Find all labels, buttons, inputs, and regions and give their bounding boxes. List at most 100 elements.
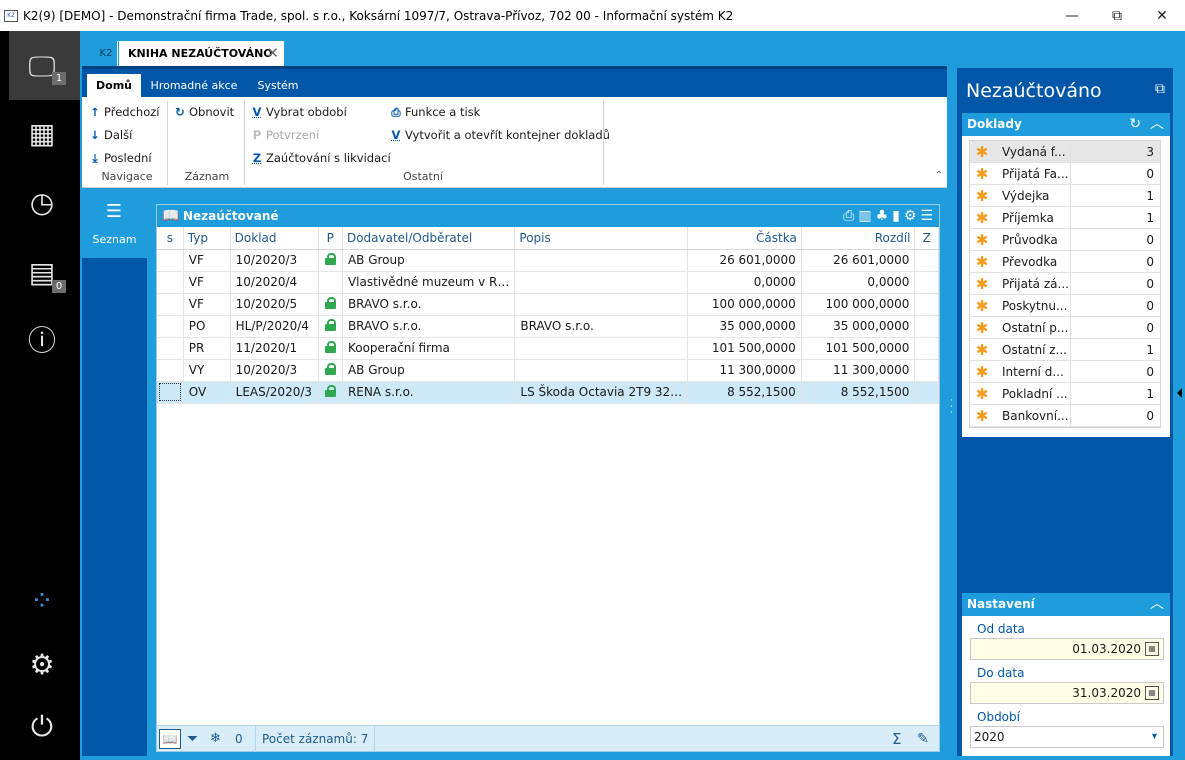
accounting-button[interactable]: Z Zaúčtování s likvidací xyxy=(250,149,391,167)
select-period-button[interactable]: V Vybrat období xyxy=(250,103,347,121)
table-row[interactable]: VF 10/2020/5 BRAVO s.r.o. 100 000,0000 100 0… xyxy=(157,293,939,316)
table-row[interactable]: VY 10/2020/3 AB Group 11 300,0000 11 300,000… xyxy=(157,359,939,382)
table-row[interactable]: VF 10/2020/4 Vlastivědné muzeum v R… 0,0000… xyxy=(157,271,939,294)
asterisk-icon: ✱ xyxy=(975,363,989,381)
asterisk-icon: ✱ xyxy=(975,253,989,271)
tab-k2-home[interactable]: K2 xyxy=(95,41,118,66)
confirm-button[interactable]: P Potvrzení xyxy=(250,126,319,144)
doklady-item[interactable]: ✱ Bankovní... 0 xyxy=(970,405,1160,427)
settings-icon[interactable]: ⚙ xyxy=(22,645,62,685)
cell-typ: VY xyxy=(183,359,231,382)
history-icon[interactable]: ◷ xyxy=(22,183,62,223)
panel-splitter[interactable]: · · · xyxy=(950,397,954,422)
col-header-typ[interactable]: Typ xyxy=(183,227,231,250)
doklady-item-count: 1 xyxy=(1070,339,1160,361)
next-button[interactable]: ↓ Další xyxy=(88,126,132,144)
doklady-item[interactable]: ✱ Ostatní z... 1 xyxy=(970,339,1160,361)
asterisk-icon: ✱ xyxy=(975,275,989,293)
refresh-icon[interactable]: ↻ xyxy=(1129,116,1141,132)
last-button[interactable]: ⤓ Poslední xyxy=(88,149,151,167)
create-container-button[interactable]: V Vytvořit a otevřít kontejner dokladů xyxy=(389,126,610,144)
functions-print-label: Funkce a tisk xyxy=(405,105,481,119)
calendar-icon[interactable]: ▦ xyxy=(1145,686,1159,700)
cell-partner: Vlastivědné muzeum v R… xyxy=(342,271,516,294)
collapse-right-arrow-icon[interactable] xyxy=(1177,388,1182,398)
minimize-button[interactable]: — xyxy=(1049,4,1095,28)
menu-icon[interactable]: ☰ xyxy=(920,208,937,224)
doklady-item[interactable]: ✱ Výdejka 1 xyxy=(970,185,1160,207)
col-header-castka[interactable]: Částka xyxy=(687,227,802,250)
collapse-up-icon[interactable]: ︿ xyxy=(1150,116,1164,132)
sum-icon[interactable]: Σ xyxy=(892,726,901,752)
doklady-item[interactable]: ✱ Přijatá zá... 0 xyxy=(970,273,1160,295)
ribbon-tab-hromadne-akce[interactable]: Hromadné akce xyxy=(146,74,242,97)
od-data-field[interactable]: 01.03.2020 ▦ xyxy=(970,638,1164,660)
obdobi-field[interactable]: 2020 ▾ xyxy=(970,726,1164,748)
tab-kniha-nezauctovano[interactable]: KNIHA NEZAÚČTOVÁNO ✕ xyxy=(119,41,284,66)
doklady-item[interactable]: ✱ Průvodka 0 xyxy=(970,229,1160,251)
calendar-icon[interactable]: ▦ xyxy=(1145,642,1159,656)
table-row[interactable]: OV LEAS/2020/3 RENA s.r.o. LS Škoda Octavia… xyxy=(157,381,939,404)
col-header-dodavatel[interactable]: Dodavatel/Odběratel xyxy=(342,227,516,250)
col-header-s[interactable]: s xyxy=(157,227,184,250)
apps-grid-icon[interactable]: ▦ xyxy=(22,114,62,154)
ribbon-tab-domu[interactable]: Domů xyxy=(87,74,141,97)
record-count: Počet záznamů: 7 xyxy=(255,726,376,752)
do-data-field[interactable]: 31.03.2020 ▦ xyxy=(970,682,1164,704)
edit-icon[interactable]: ✎ xyxy=(917,726,929,752)
doklady-item-name: Vydaná f... xyxy=(1002,145,1066,159)
col-header-p[interactable]: P xyxy=(318,227,343,250)
snowflake-icon[interactable]: ❄ xyxy=(210,726,221,752)
arrow-down-icon: ↓ xyxy=(90,128,100,142)
grid-header-bar: 📖 Nezaúčtované ⎙▥♣▮⚙☰ xyxy=(157,205,939,227)
doklady-item-count: 0 xyxy=(1070,317,1160,339)
doklady-item[interactable]: ✱ Pokladní ... 1 xyxy=(970,383,1160,405)
popout-icon[interactable]: ⧉ xyxy=(1155,81,1165,97)
doklady-item[interactable]: ✱ Vydaná f... 3 xyxy=(970,141,1160,163)
arrow-up-icon: ↑ xyxy=(90,105,100,119)
collapse-left-arrow-icon[interactable] xyxy=(2,388,7,398)
power-icon[interactable]: ⏻ xyxy=(22,707,62,747)
dropdown-icon[interactable]: ▾ xyxy=(1152,727,1157,747)
col-header-popis[interactable]: Popis xyxy=(514,227,689,250)
asterisk-icon: ✱ xyxy=(975,209,989,227)
tree-icon[interactable]: ♣ xyxy=(876,208,893,224)
gear-icon[interactable]: ⚙ xyxy=(904,208,921,224)
restore-button[interactable]: ⧉ xyxy=(1094,4,1140,28)
doklady-item[interactable]: ✱ Interní d... 0 xyxy=(970,361,1160,383)
ribbon-tab-system[interactable]: Systém xyxy=(248,74,308,97)
filter-icon[interactable]: ⏷ xyxy=(187,726,198,752)
chart-icon[interactable]: ▥ xyxy=(858,208,875,224)
list-menu-icon: ☰ xyxy=(105,201,123,222)
doklady-item[interactable]: ✱ Poskytnu... 0 xyxy=(970,295,1160,317)
cell-popis xyxy=(514,293,689,316)
functions-print-button[interactable]: ⎙ Funkce a tisk xyxy=(389,103,480,121)
book-view-icon[interactable]: 📖 xyxy=(159,729,181,749)
print-icon[interactable]: ⎙ xyxy=(843,208,858,224)
table-row[interactable]: PO HL/P/2020/4 BRAVO s.r.o. BRAVO s.r.o. 35 … xyxy=(157,315,939,338)
close-tab-icon[interactable]: ✕ xyxy=(266,41,279,66)
ribbon-collapse-icon[interactable]: ⌃ xyxy=(935,170,943,181)
app-logo-icon: K2 xyxy=(4,10,18,22)
dock-seznam-tab[interactable]: ☰ Seznam xyxy=(82,196,147,258)
table-row[interactable]: VF 10/2020/3 AB Group 26 601,0000 26 601,000… xyxy=(157,249,939,272)
refresh-button[interactable]: ↻ Obnovit xyxy=(173,103,234,121)
col-header-z[interactable]: Z xyxy=(914,227,939,250)
info-icon[interactable]: ⓘ xyxy=(22,321,62,361)
asterisk-icon: ✱ xyxy=(975,385,989,403)
col-header-rozdil[interactable]: Rozdíl xyxy=(801,227,916,250)
previous-button[interactable]: ↑ Předchozí xyxy=(88,103,159,121)
doklady-item-name: Ostatní p... xyxy=(1002,321,1068,335)
messages-badge: 0 xyxy=(52,280,66,293)
doklady-item[interactable]: ✱ Převodka 0 xyxy=(970,251,1160,273)
doklady-item[interactable]: ✱ Příjemka 1 xyxy=(970,207,1160,229)
doklady-item-name: Přijatá Fa... xyxy=(1002,167,1068,181)
columns-icon[interactable]: ▮ xyxy=(892,208,904,224)
collapse-up-icon[interactable]: ︿ xyxy=(1150,593,1164,616)
close-window-button[interactable]: ✕ xyxy=(1139,4,1185,28)
doklady-item[interactable]: ✱ Ostatní p... 0 xyxy=(970,317,1160,339)
col-header-doklad[interactable]: Doklad xyxy=(230,227,319,250)
doklady-item[interactable]: ✱ Přijatá Fa... 0 xyxy=(970,163,1160,185)
table-row[interactable]: PR 11/2020/1 Kooperační firma 101 500,0000 1… xyxy=(157,337,939,360)
doklady-item-name: Pokladní ... xyxy=(1002,387,1068,401)
